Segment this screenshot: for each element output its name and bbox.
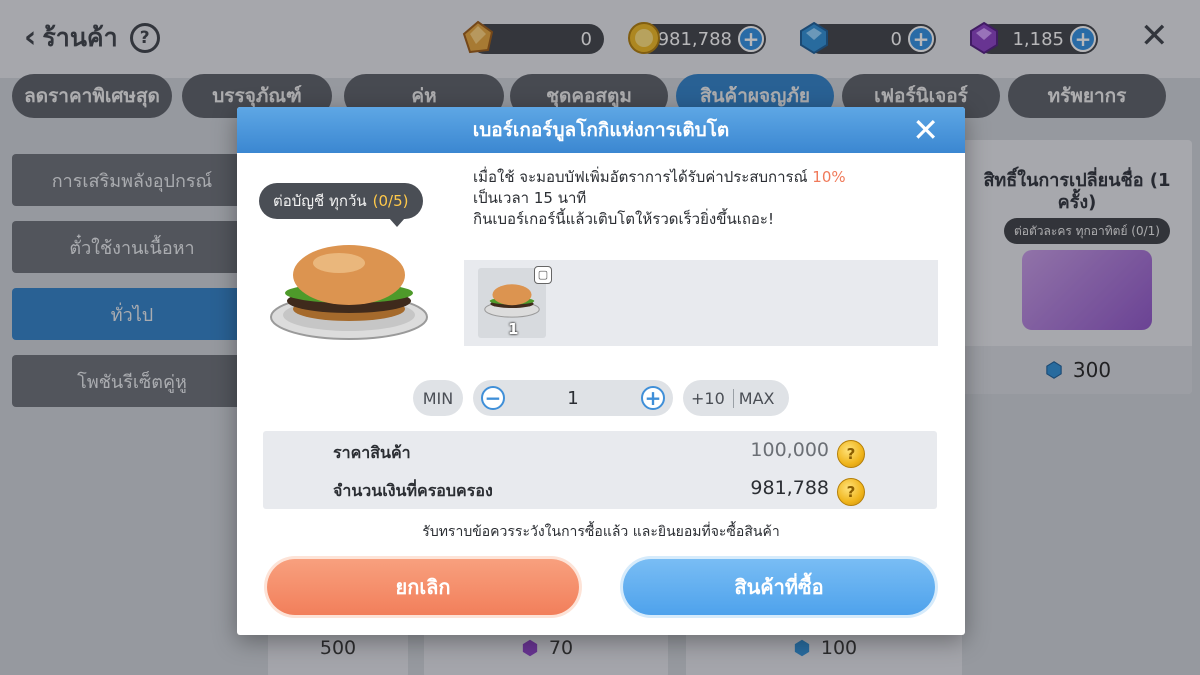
burger-icon <box>484 284 540 318</box>
purchase-dialog: เบอร์เกอร์บูลโกกิแห่งการเติบโต ✕ ต่อบัญช… <box>237 107 965 635</box>
price-summary: ราคาสินค้า 100,000 ? จำนวนเงินที่ครอบครอ… <box>263 431 937 509</box>
box-icon: ▢ <box>534 266 552 284</box>
item-description: เมื่อใช้ จะมอบบัฟเพิ่มอัตราการได้รับค่าป… <box>473 167 933 230</box>
max-button[interactable]: MAX <box>734 389 775 408</box>
gold-coin-icon: ? <box>837 478 865 506</box>
owned-label: จำนวนเงินที่ครอบครอง <box>333 481 493 500</box>
item-slot[interactable]: ▢ 1 <box>478 266 552 338</box>
buy-button[interactable]: สินค้าที่ซื้อ <box>623 559 935 615</box>
item-contents-box: ▢ 1 <box>464 260 938 346</box>
price-value: 100,000 <box>750 439 829 461</box>
purchase-agreement-text: รับทราบข้อควรระวังในการซื้อแล้ว และยินยอ… <box>422 524 780 540</box>
exp-bonus-value: 10% <box>812 168 846 186</box>
decrement-button[interactable]: − <box>481 386 505 410</box>
quantity-stepper: 1 − + <box>473 380 673 416</box>
bulgogi-burger-image <box>270 245 428 340</box>
dialog-title: เบอร์เกอร์บูลโกกิแห่งการเติบโต <box>472 119 730 141</box>
owned-row: จำนวนเงินที่ครอบครอง 981,788 ? <box>263 473 937 509</box>
gold-coin-icon: ? <box>837 440 865 468</box>
limit-label: ต่อบัญชี ทุกวัน <box>273 192 367 210</box>
min-button[interactable]: MIN <box>413 380 463 416</box>
desc-line2: เป็นเวลา 15 นาที <box>473 189 587 207</box>
item-quantity: 1 <box>508 320 519 338</box>
purchase-limit-badge: ต่อบัญชี ทุกวัน (0/5) <box>259 183 423 227</box>
price-label: ราคาสินค้า <box>333 443 411 462</box>
limit-count: (0/5) <box>372 192 409 210</box>
increment-button[interactable]: + <box>641 386 665 410</box>
desc-line3: กินเบอร์เกอร์นี้แล้วเติบโตให้รวดเร็วยิ่ง… <box>473 210 774 228</box>
desc-line1: เมื่อใช้ จะมอบบัฟเพิ่มอัตราการได้รับค่าป… <box>473 168 808 186</box>
dialog-header: เบอร์เกอร์บูลโกกิแห่งการเติบโต ✕ <box>237 107 965 153</box>
quick-add-group: +10 MAX <box>683 380 789 416</box>
owned-value: 981,788 <box>750 477 829 499</box>
close-icon[interactable]: ✕ <box>912 111 939 149</box>
plus10-button[interactable]: +10 <box>691 388 734 408</box>
cancel-button[interactable]: ยกเลิก <box>267 559 579 615</box>
price-row: ราคาสินค้า 100,000 ? <box>263 435 937 471</box>
